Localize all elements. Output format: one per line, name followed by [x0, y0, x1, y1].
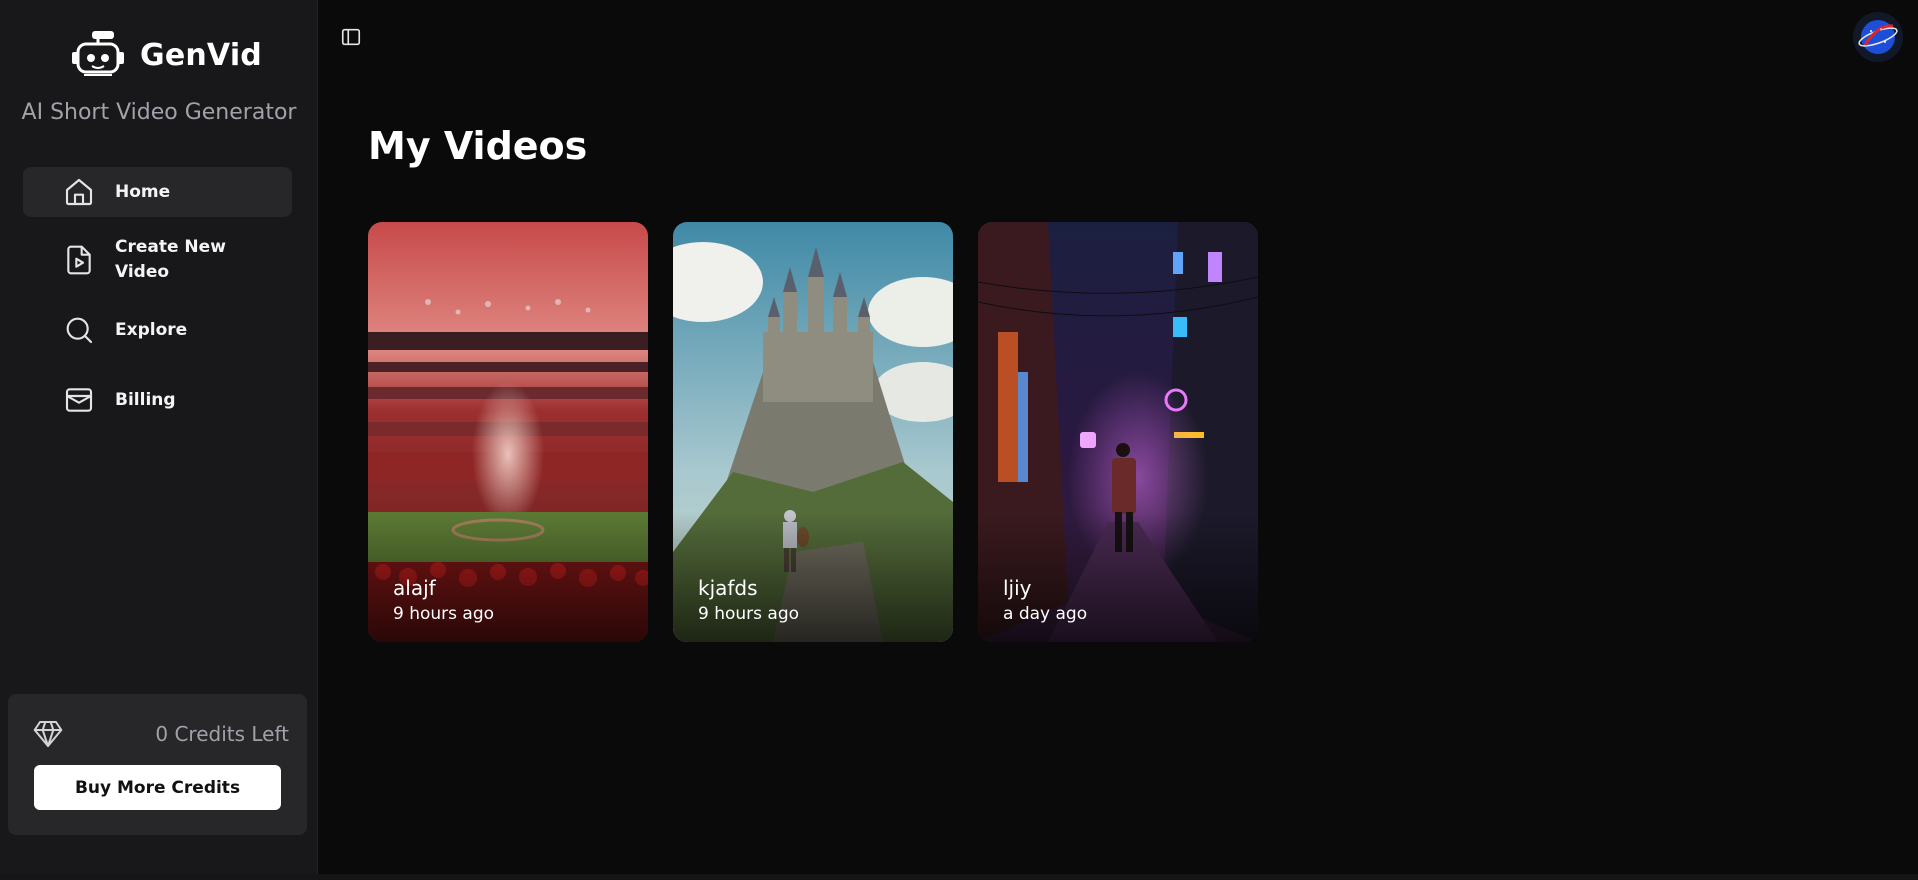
- avatar-image: [1853, 12, 1903, 62]
- video-card[interactable]: kjafds 9 hours ago: [673, 222, 953, 642]
- sidebar-item-label: Create New Video: [115, 237, 226, 282]
- brand-tagline: AI Short Video Generator: [21, 100, 297, 125]
- user-avatar[interactable]: [1853, 12, 1903, 62]
- video-title: kjafds: [698, 576, 758, 600]
- video-time: a day ago: [1003, 604, 1088, 624]
- sidebar: GenVid AI Short Video Generator Home Cre…: [0, 0, 318, 880]
- video-title: alajf: [393, 576, 436, 600]
- video-grid: alajf 9 hours ago kjafds 9 hours ago lji…: [368, 222, 1258, 642]
- robot-logo-icon: [72, 31, 124, 76]
- wallet-icon: [65, 388, 93, 412]
- video-card[interactable]: alajf 9 hours ago: [368, 222, 648, 642]
- app: GenVid AI Short Video Generator Home Cre…: [0, 0, 1918, 880]
- home-icon: [65, 178, 93, 206]
- video-time: 9 hours ago: [393, 604, 495, 624]
- sidebar-item-create-new-video[interactable]: Create New Video: [23, 223, 292, 297]
- panel-left-icon[interactable]: [340, 26, 362, 48]
- sidebar-item-billing[interactable]: Billing: [23, 375, 292, 425]
- sidebar-item-explore[interactable]: Explore: [23, 305, 292, 355]
- credits-card: 0 Credits Left Buy More Credits: [8, 694, 307, 835]
- search-icon: [66, 317, 93, 344]
- gem-icon: [33, 721, 63, 747]
- buy-more-credits-button[interactable]: Buy More Credits: [34, 765, 281, 810]
- brand[interactable]: GenVid: [70, 30, 262, 80]
- video-title: ljiy: [1003, 576, 1032, 600]
- sidebar-nav: Home Create New Video Explore Billing: [23, 167, 292, 425]
- sidebar-item-label: Home: [115, 181, 171, 202]
- credits-row: 0 Credits Left: [32, 718, 289, 750]
- file-video-icon: [67, 245, 91, 275]
- video-time: 9 hours ago: [698, 604, 800, 624]
- sidebar-item-home[interactable]: Home: [23, 167, 292, 217]
- sidebar-item-label: Billing: [115, 389, 176, 410]
- video-card[interactable]: ljiy a day ago: [978, 222, 1258, 642]
- bottom-strip: [0, 874, 1918, 880]
- brand-name: GenVid: [140, 37, 262, 73]
- page-title: My Videos: [368, 124, 588, 168]
- sidebar-item-label: Explore: [115, 319, 188, 340]
- credits-remaining: 0 Credits Left: [155, 722, 289, 746]
